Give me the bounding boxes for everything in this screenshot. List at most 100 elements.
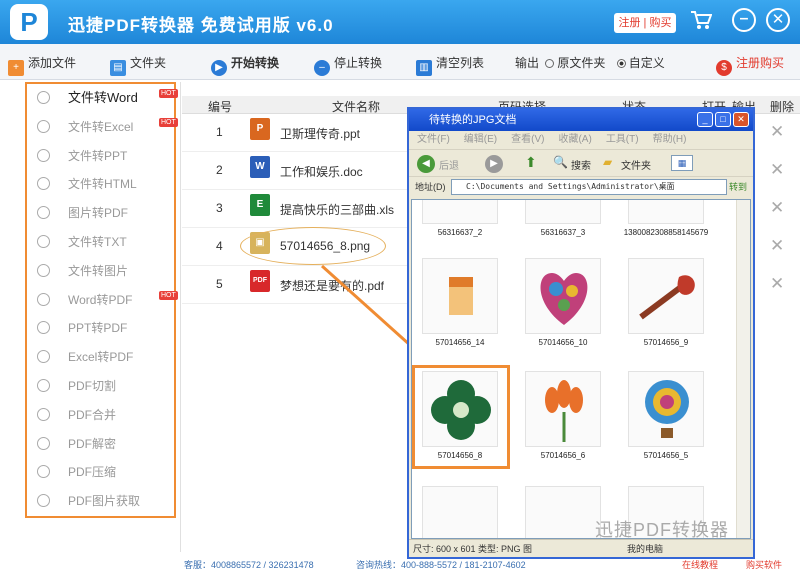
explorer-close-icon[interactable]: ✕ <box>733 112 749 127</box>
explorer-maximize-icon[interactable]: □ <box>715 112 731 127</box>
register-buy-button[interactable]: $ 注册购买 <box>716 53 784 76</box>
sidebar-item-icon <box>37 263 50 277</box>
app-title: 迅捷PDF转换器 免费试用版 v6.0 <box>68 16 334 35</box>
sidebar-item-icon <box>37 407 50 421</box>
views-icon[interactable]: ▦ <box>671 155 693 171</box>
delete-row-icon[interactable]: ✕ <box>770 198 784 218</box>
explorer-menu-item[interactable]: 收藏(A) <box>558 134 591 145</box>
buy-link[interactable]: 购买软件 <box>746 556 782 574</box>
file-thumbnail[interactable] <box>422 199 499 225</box>
delete-row-icon[interactable]: ✕ <box>770 236 784 256</box>
start-convert-button[interactable]: ▶ 开始转换 <box>211 53 280 76</box>
file-type-icon: E <box>250 194 270 216</box>
sidebar-item[interactable]: PDF解密 <box>37 434 173 454</box>
explorer-minimize-icon[interactable]: _ <box>697 112 713 127</box>
file-caption: 57014656_10 <box>538 338 588 347</box>
file-thumbnail[interactable] <box>525 371 601 447</box>
file-thumbnail[interactable] <box>525 200 601 224</box>
start-convert-label: 开始转换 <box>231 56 280 70</box>
sidebar-item[interactable]: 文件转TXT <box>37 232 173 252</box>
row-num: 1 <box>216 125 223 139</box>
file-thumbnail[interactable] <box>628 371 704 447</box>
file-thumbnail[interactable] <box>525 486 601 538</box>
consult-info: 咨询热线：400-888-5572 / 181-2107-4602 <box>356 560 526 570</box>
table-row[interactable]: 2 W 工作和娱乐.doc <box>182 152 407 190</box>
sidebar-item[interactable]: Word转PDF HOT <box>37 290 178 310</box>
tutorial-link[interactable]: 在线教程 <box>682 556 718 574</box>
table-row[interactable]: 3 E 提高快乐的三部曲.xls <box>182 190 407 228</box>
delete-row-icon[interactable]: ✕ <box>770 160 784 180</box>
stop-convert-button[interactable]: – 停止转换 <box>314 53 382 76</box>
explorer-menu-item[interactable]: 查看(V) <box>511 134 544 145</box>
folders-icon: ▰ <box>603 155 613 169</box>
sidebar-item[interactable]: 文件转Word HOT <box>37 88 178 108</box>
sidebar-item[interactable]: 图片转PDF <box>37 203 173 223</box>
cart-icon[interactable] <box>690 10 713 32</box>
file-thumbnail[interactable] <box>628 258 704 334</box>
search-button[interactable]: 搜索 <box>571 157 591 172</box>
sidebar-item[interactable]: Excel转PDF <box>37 347 173 367</box>
sidebar-item-icon <box>37 350 50 364</box>
play-icon: ▶ <box>211 60 227 76</box>
table-row[interactable]: 5 PDF 梦想还是要有的.pdf <box>182 266 407 304</box>
conversion-sidebar: 文件转Word HOT 文件转Excel HOT 文件转PPT 文件转HTML 图片转PDF… <box>25 82 178 518</box>
delete-row-icon[interactable]: ✕ <box>770 274 784 294</box>
custom-folder-radio[interactable] <box>616 59 626 68</box>
file-type-icon: PDF <box>250 270 270 292</box>
sidebar-item-label: PPT转PDF <box>68 321 128 336</box>
row-num: 5 <box>216 277 223 291</box>
file-thumbnail[interactable] <box>525 258 601 334</box>
sidebar-item-icon <box>37 235 50 248</box>
address-input[interactable]: C:\Documents and Settings\Administrator\… <box>451 179 727 195</box>
sidebar-item-label: PDF图片获取 <box>68 494 141 509</box>
explorer-menu-item[interactable]: 文件(F) <box>417 134 450 145</box>
file-thumbnail[interactable] <box>628 200 704 224</box>
file-caption: 57014656_9 <box>643 338 689 347</box>
close-icon[interactable]: ✕ <box>766 8 790 32</box>
minimize-icon[interactable]: – <box>732 8 756 32</box>
forward-icon[interactable]: ▶ <box>485 155 503 173</box>
up-folder-icon[interactable]: ⬆ <box>525 154 537 171</box>
scrollbar[interactable] <box>736 200 750 538</box>
custom-folder-label: 自定义 <box>628 56 665 70</box>
register-button[interactable]: 注册 | 购买 <box>614 13 676 33</box>
explorer-menu-item[interactable]: 帮助(H) <box>653 134 687 145</box>
file-caption: 1380082308858145679 <box>623 228 709 237</box>
back-icon[interactable]: ◀ <box>417 155 435 173</box>
sidebar-item[interactable]: 文件转HTML <box>37 174 173 194</box>
explorer-menu-item[interactable]: 工具(T) <box>606 134 639 145</box>
sidebar-item-label: 文件转TXT <box>68 235 127 249</box>
explorer-menu-item[interactable]: 编辑(E) <box>464 134 497 145</box>
sidebar-item[interactable]: PDF压缩 <box>37 462 173 482</box>
explorer-toolbar: ◀ 后退 ▶ ⬆ 🔍 搜索 ▰ 文件夹 ▦ <box>409 149 753 177</box>
sidebar-item-icon <box>37 148 50 162</box>
file-name: 梦想还是要有的.pdf <box>280 279 385 293</box>
row-num: 3 <box>216 201 223 215</box>
add-file-button[interactable]: + 添加文件 <box>8 53 76 76</box>
go-button[interactable]: 转到 <box>729 177 747 197</box>
sidebar-item[interactable]: 文件转PPT <box>37 146 173 166</box>
sidebar-item[interactable]: 文件转Excel HOT <box>37 117 178 137</box>
file-name: 提高快乐的三部曲.xls <box>280 203 395 217</box>
add-folder-button[interactable]: ▤ 文件夹 <box>110 53 166 76</box>
thumbnail-image <box>423 199 499 225</box>
toolbar: + 添加文件 ▤ 文件夹 ▶ 开始转换 – 停止转换 ▥ 清空列表 输出 原文件夹 自定义… <box>0 44 800 80</box>
sidebar-item[interactable]: 文件转图片 <box>37 261 173 281</box>
source-folder-radio[interactable] <box>545 59 555 68</box>
sidebar-item-icon <box>37 321 50 335</box>
clear-list-button[interactable]: ▥ 清空列表 <box>416 53 484 76</box>
file-thumbnail[interactable] <box>422 486 498 538</box>
sidebar-item[interactable]: PPT转PDF <box>37 318 173 338</box>
folders-button[interactable]: 文件夹 <box>621 157 651 172</box>
file-thumbnail[interactable] <box>422 258 498 334</box>
sidebar-item-icon <box>37 119 50 133</box>
sidebar-item[interactable]: PDF切割 <box>37 376 173 396</box>
address-value: C:\Documents and Settings\Administrator\… <box>466 182 675 191</box>
delete-row-icon[interactable]: ✕ <box>770 122 784 142</box>
sidebar-item[interactable]: PDF图片获取 <box>37 491 173 511</box>
sidebar-item-label: 文件转HTML <box>68 177 137 192</box>
sidebar-item[interactable]: PDF合并 <box>37 405 173 425</box>
back-label: 后退 <box>439 161 459 172</box>
address-label: 地址(D) <box>415 182 446 192</box>
table-row[interactable]: 1 P 卫斯理传奇.ppt <box>182 114 407 152</box>
